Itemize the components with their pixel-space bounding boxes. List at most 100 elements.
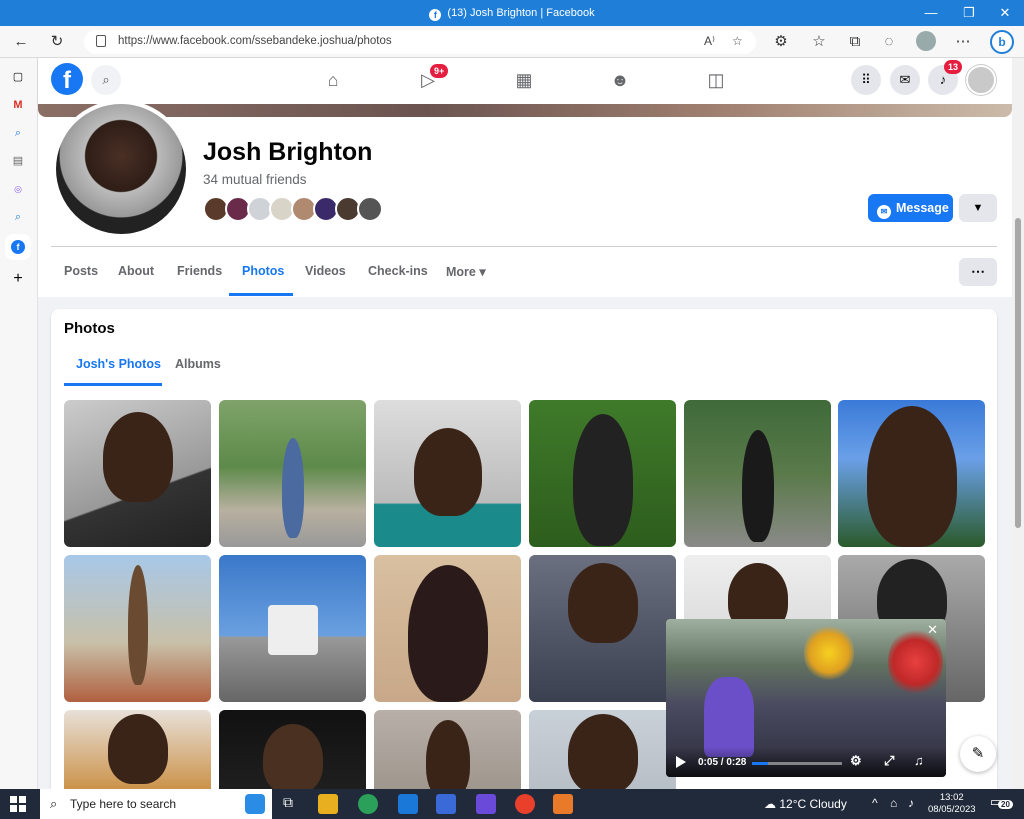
file-explorer-icon[interactable] — [318, 794, 338, 814]
photo-thumbnail[interactable] — [529, 400, 676, 547]
photo-thumbnail[interactable] — [374, 555, 521, 702]
notification-center-icon[interactable]: ▭ 20 — [990, 794, 1013, 810]
tab-check-ins[interactable]: Check-ins — [368, 264, 428, 278]
minimize-button[interactable]: — — [912, 0, 950, 26]
app-icon[interactable] — [476, 794, 496, 814]
video-controls: 0:05 / 0:28 ⚙ ⤢ ♫ — [666, 747, 946, 777]
windows-start-icon[interactable] — [10, 796, 26, 812]
tab-about[interactable]: About — [118, 264, 154, 278]
tab-friends[interactable]: Friends — [177, 264, 222, 278]
back-arrow-icon[interactable]: ← — [8, 30, 34, 54]
taskbar-search-box[interactable]: ⌕ Type here to search — [40, 789, 272, 819]
tab-photos[interactable]: Photos — [242, 264, 284, 278]
menu-grid-icon[interactable]: ⠿ — [851, 65, 881, 95]
chrome-icon[interactable] — [515, 794, 535, 814]
browser-profile-avatar[interactable] — [916, 31, 936, 51]
more-options-button[interactable]: ⋯ — [959, 258, 997, 286]
photo-thumbnail[interactable] — [374, 710, 521, 789]
read-aloud-icon[interactable]: A⁾ — [704, 34, 715, 48]
message-button[interactable]: ✉ Message — [868, 194, 953, 222]
gaming-icon[interactable]: ◫ — [698, 66, 734, 94]
page-scrollbar[interactable] — [1012, 58, 1024, 789]
bing-copilot-icon[interactable]: b — [990, 30, 1014, 54]
profile-picture[interactable] — [52, 104, 190, 238]
settings-more-icon[interactable]: ⋯ — [950, 30, 976, 54]
favorite-star-icon[interactable]: ☆ — [732, 34, 743, 48]
add-sidebar-icon[interactable]: + — [9, 270, 27, 288]
home-icon[interactable]: ⌂ — [315, 66, 351, 94]
image-tool-icon[interactable]: ▤ — [9, 152, 27, 170]
video-progress-bar[interactable] — [752, 762, 842, 765]
play-icon[interactable] — [676, 756, 686, 768]
address-bar[interactable]: https://www.facebook.com/ssebandeke.josh… — [84, 30, 756, 54]
mutual-friends-count[interactable]: 34 mutual friends — [203, 172, 307, 187]
photo-thumbnail[interactable] — [684, 400, 831, 547]
scrollbar-thumb[interactable] — [1015, 218, 1021, 528]
photo-thumbnail[interactable] — [838, 400, 985, 547]
tab-albums[interactable]: Albums — [175, 357, 221, 371]
messenger-icon[interactable]: ✉ — [890, 65, 920, 95]
profile-header: Josh Brighton 34 mutual friends ✉ Message… — [38, 104, 1012, 297]
mail-icon[interactable] — [398, 794, 418, 814]
weather-widget[interactable]: ☁ 12°C Cloudy — [764, 797, 847, 811]
window-titlebar: f (13) Josh Brighton | Facebook — ❐ ✕ — [0, 0, 1024, 26]
tabs-icon[interactable]: ▢ — [9, 68, 27, 86]
speaker-icon[interactable]: ♪ — [908, 796, 914, 810]
facebook-logo-icon[interactable]: f — [51, 63, 83, 95]
video-time: 0:05 / 0:28 — [698, 757, 747, 768]
watch-icon[interactable]: ▷ 9+ — [410, 64, 449, 94]
groups-icon[interactable]: ☻ — [602, 66, 638, 94]
photo-thumbnail[interactable] — [64, 555, 211, 702]
photo-thumbnail[interactable] — [64, 400, 211, 547]
facebook-sidebar-icon[interactable]: f — [9, 238, 27, 256]
refresh-icon[interactable]: ↻ — [44, 30, 70, 54]
settings-gear-icon[interactable]: ⚙ — [850, 753, 862, 769]
photo-thumbnail[interactable] — [219, 710, 366, 789]
friend-avatar[interactable] — [357, 196, 383, 222]
maximize-button[interactable]: ❐ — [950, 0, 988, 26]
search-icon[interactable]: ⌕ — [91, 65, 121, 95]
system-clock[interactable]: 13:02 08/05/2023 — [928, 792, 976, 816]
edge-sidebar: ▢ M ⌕ ▤ ◎ ⌕ f + — [0, 58, 38, 789]
media-player-icon[interactable] — [553, 794, 573, 814]
favorites-icon[interactable]: ☆ — [806, 30, 832, 54]
notification-count: 20 — [998, 800, 1013, 809]
close-window-button[interactable]: ✕ — [986, 0, 1024, 26]
close-video-icon[interactable]: ✕ — [927, 622, 938, 638]
cover-photo[interactable] — [38, 104, 1012, 117]
video-progress-fill — [752, 762, 769, 765]
edge-browser-icon[interactable] — [358, 794, 378, 814]
microsoft-store-icon[interactable] — [436, 794, 456, 814]
tab-posts[interactable]: Posts — [64, 264, 98, 278]
collections-icon[interactable]: ⧉ — [842, 30, 868, 54]
task-view-icon[interactable]: ⧉ — [278, 794, 298, 814]
photo-thumbnail[interactable] — [529, 710, 676, 789]
account-avatar[interactable] — [966, 65, 996, 95]
chevron-up-icon[interactable]: ^ — [872, 796, 878, 810]
search-icon[interactable]: ⌕ — [9, 208, 27, 226]
browser-essentials-icon[interactable]: ◌ — [876, 30, 902, 54]
search-icon[interactable]: ⌕ — [9, 124, 27, 142]
volume-icon[interactable]: ♫ — [914, 753, 924, 768]
gmail-icon[interactable]: M — [9, 96, 27, 114]
bt-icon[interactable]: ◎ — [9, 180, 27, 198]
photo-thumbnail[interactable] — [219, 400, 366, 547]
photo-thumbnail[interactable] — [374, 400, 521, 547]
photo-thumbnail[interactable] — [219, 555, 366, 702]
tab-more[interactable]: More ▾ — [446, 264, 486, 279]
header-divider — [51, 246, 997, 247]
window-title-text: (13) Josh Brighton | Facebook — [447, 7, 595, 19]
tab-joshs-photos[interactable]: Josh's Photos — [76, 357, 161, 371]
photo-thumbnail[interactable] — [529, 555, 676, 702]
url-text[interactable]: https://www.facebook.com/ssebandeke.josh… — [118, 35, 392, 47]
fullscreen-icon[interactable]: ⤢ — [884, 753, 894, 769]
marketplace-icon[interactable]: ▦ — [506, 66, 542, 94]
new-message-compose-icon[interactable]: ✎ — [960, 736, 996, 772]
extensions-icon[interactable]: ⚙ — [768, 30, 794, 54]
profile-dropdown-button[interactable]: ▼ — [959, 194, 997, 222]
notifications-bell-icon[interactable]: ♪ 13 — [928, 60, 963, 95]
photo-thumbnail[interactable] — [64, 710, 211, 789]
tab-videos[interactable]: Videos — [305, 264, 346, 278]
network-icon[interactable]: ⌂ — [890, 796, 897, 810]
mini-video-player[interactable]: ✕ 0:05 / 0:28 ⚙ ⤢ ♫ — [666, 619, 946, 777]
